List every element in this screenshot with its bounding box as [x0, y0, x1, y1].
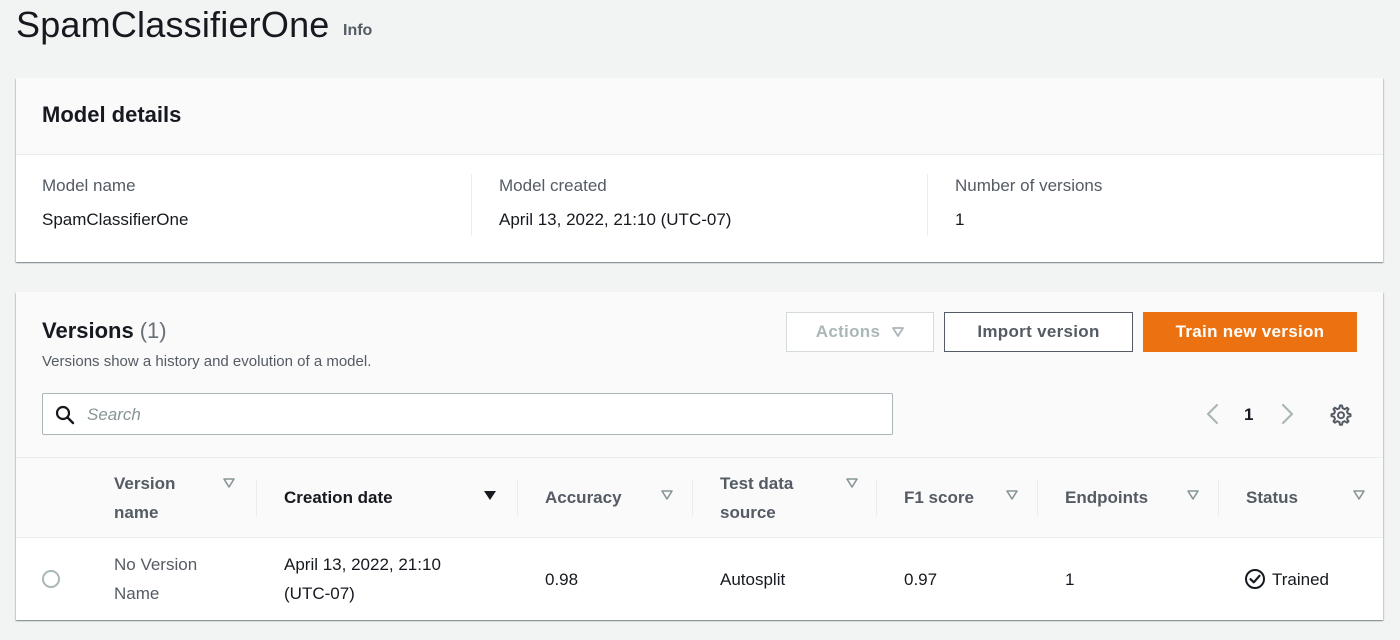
import-version-button[interactable]: Import version — [944, 312, 1133, 352]
sort-icon[interactable] — [1186, 488, 1200, 502]
detail-value: April 13, 2022, 21:10 (UTC-07) — [499, 210, 732, 229]
sort-icon[interactable] — [660, 488, 674, 502]
column-header-label: Status — [1246, 488, 1298, 507]
cell-accuracy: 0.98 — [545, 569, 579, 589]
column-header-label: Accuracy — [545, 488, 622, 507]
table-row[interactable]: No Version Name April 13, 2022, 21:10 (U… — [16, 538, 1383, 620]
versions-table-header: Version name Creation date Accuracy Test… — [16, 458, 1383, 538]
page-number[interactable]: 1 — [1244, 405, 1253, 425]
column-header-label: F1 score — [904, 488, 974, 507]
column-header-label: Version name — [114, 473, 176, 522]
sort-icon[interactable] — [222, 476, 236, 490]
detail-label: Number of versions — [955, 176, 1103, 195]
versions-header: Versions (1) Versions show a history and … — [16, 292, 1383, 458]
check-circle-icon — [1245, 569, 1265, 589]
model-details-panel: Model details Model name SpamClassifierO… — [16, 78, 1383, 262]
sort-icon[interactable] — [845, 476, 859, 490]
chevron-left-icon[interactable] — [1204, 403, 1222, 425]
sort-icon[interactable] — [1352, 488, 1366, 502]
versions-description: Versions show a history and evolution of… — [42, 353, 372, 370]
column-header-status[interactable]: Status — [1218, 458, 1376, 537]
column-header-accuracy[interactable]: Accuracy — [517, 458, 685, 537]
cell-test-data-source: Autosplit — [720, 569, 786, 589]
cell-endpoints: 1 — [1065, 569, 1075, 589]
train-new-version-button[interactable]: Train new version — [1143, 312, 1357, 352]
detail-number-of-versions: Number of versions 1 — [926, 174, 1103, 236]
cell-creation-date: April 13, 2022, 21:10 (UTC-07) — [284, 555, 441, 603]
model-details-heading: Model details — [42, 102, 182, 127]
column-header-test-data-source[interactable]: Test data source — [692, 458, 870, 537]
column-header-f1-score[interactable]: F1 score — [876, 458, 1034, 537]
cell-version-name: No Version Name — [114, 555, 198, 603]
info-link[interactable]: Info — [343, 22, 372, 40]
column-header-label: Creation date — [284, 488, 393, 507]
column-header-version-name[interactable]: Version name — [114, 458, 254, 537]
column-header-endpoints[interactable]: Endpoints — [1037, 458, 1215, 537]
detail-model-created: Model created April 13, 2022, 21:10 (UTC… — [470, 174, 732, 236]
sort-descending-icon[interactable] — [483, 488, 497, 502]
column-header-creation-date[interactable]: Creation date — [256, 458, 504, 537]
model-details-header: Model details — [16, 78, 1383, 155]
detail-label: Model created — [499, 176, 607, 195]
detail-model-name: Model name SpamClassifierOne — [42, 174, 188, 236]
versions-heading: Versions (1) — [42, 318, 167, 344]
actions-button[interactable]: Actions — [786, 312, 934, 352]
versions-heading-text: Versions — [42, 318, 134, 343]
detail-label: Model name — [42, 176, 136, 195]
detail-value: 1 — [955, 210, 965, 229]
search-input[interactable] — [85, 394, 879, 436]
actions-button-label: Actions — [815, 322, 881, 341]
page-title: SpamClassifierOne — [16, 4, 330, 45]
gear-icon[interactable] — [1328, 403, 1352, 427]
status-label: Trained — [1272, 569, 1330, 589]
versions-count: (1) — [139, 318, 167, 343]
chevron-right-icon[interactable] — [1278, 403, 1296, 425]
detail-value: SpamClassifierOne — [42, 210, 189, 229]
search-icon — [55, 405, 75, 425]
search-field[interactable] — [42, 393, 893, 436]
column-header-label: Test data source — [720, 473, 794, 522]
versions-panel: Versions (1) Versions show a history and … — [16, 292, 1383, 620]
cell-status: Trained — [1244, 538, 1374, 620]
row-select-radio[interactable] — [42, 570, 60, 588]
cell-f1-score: 0.97 — [904, 569, 938, 589]
column-header-label: Endpoints — [1065, 488, 1149, 507]
caret-down-icon — [892, 327, 905, 337]
sort-icon[interactable] — [1005, 488, 1019, 502]
